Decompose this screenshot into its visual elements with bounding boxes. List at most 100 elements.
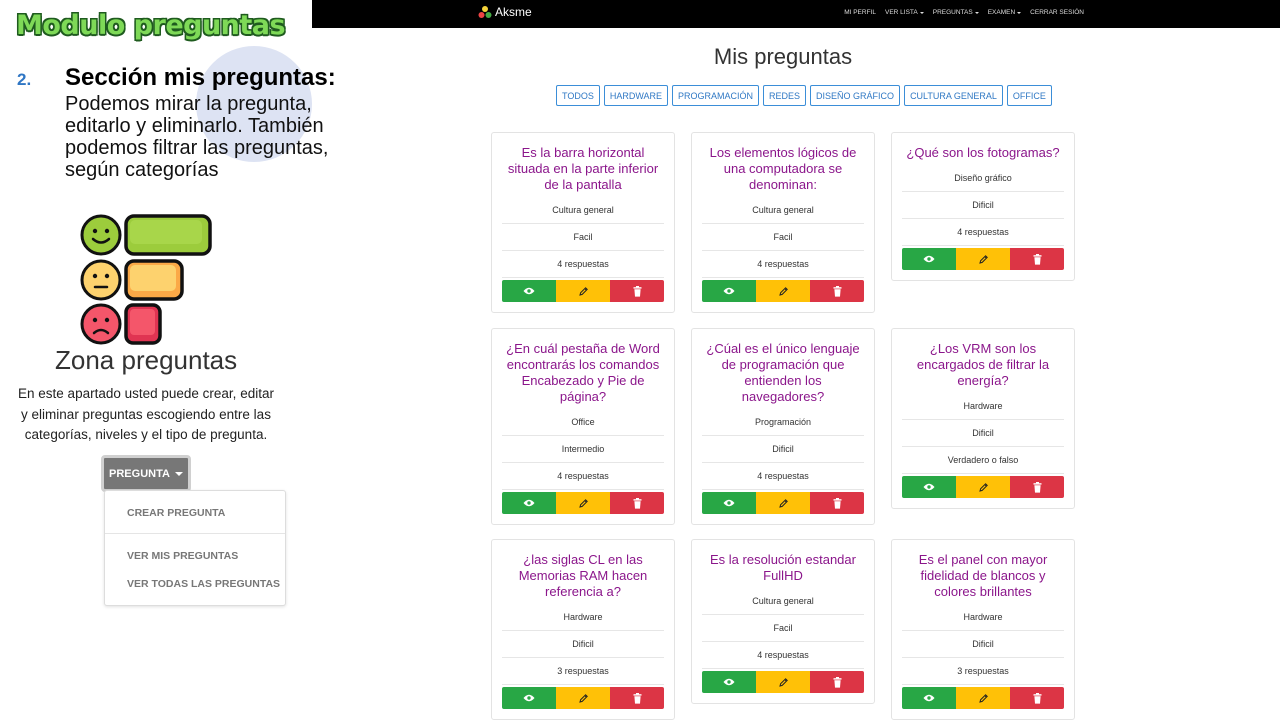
- eye-icon: [723, 287, 735, 295]
- nav-label: CERRAR SESIÓN: [1030, 9, 1084, 16]
- question-text[interactable]: ¿En cuál pestaña de Word encontrarás los…: [502, 329, 664, 409]
- pencil-icon: [578, 498, 588, 508]
- question-text[interactable]: Es la resolución estandar FullHD: [702, 540, 864, 588]
- question-card: ¿Los VRM son los encargados de filtrar l…: [891, 328, 1075, 509]
- filter-office[interactable]: OFFICE: [1006, 85, 1052, 106]
- filter-programacion[interactable]: PROGRAMACIÓN: [672, 85, 760, 106]
- edit-button[interactable]: [756, 492, 810, 514]
- question-answers: 4 respuestas: [902, 219, 1064, 246]
- delete-button[interactable]: [1010, 687, 1064, 709]
- view-button[interactable]: [702, 671, 756, 693]
- menu-item-crear-pregunta[interactable]: CREAR PREGUNTA: [127, 507, 225, 519]
- caret-down-icon: [919, 11, 924, 14]
- question-text[interactable]: Los elementos lógicos de una computadora…: [702, 133, 864, 197]
- trash-icon: [1033, 692, 1041, 704]
- navbar: Aksme MI PERFIL VER LISTA PREGUNTAS EXAM…: [312, 0, 1280, 28]
- pencil-icon: [978, 482, 988, 492]
- delete-button[interactable]: [610, 280, 664, 302]
- filter-hardware[interactable]: HARDWARE: [603, 85, 669, 106]
- section-heading: Sección mis preguntas:: [65, 64, 336, 91]
- pencil-icon: [578, 693, 588, 703]
- filter-redes[interactable]: REDES: [763, 85, 807, 106]
- nav-label: VER LISTA: [884, 9, 918, 16]
- question-category: Hardware: [902, 604, 1064, 631]
- eye-icon: [723, 499, 735, 507]
- pencil-icon: [778, 498, 788, 508]
- slide: Modulo preguntas 2. Sección mis pregunta…: [0, 0, 1280, 720]
- delete-button[interactable]: [610, 492, 664, 514]
- filter-diseno-grafico[interactable]: DISEÑO GRÁFICO: [810, 85, 901, 106]
- nav-item-cerrar-sesion[interactable]: CERRAR SESIÓN: [1030, 9, 1084, 16]
- edit-button[interactable]: [556, 280, 610, 302]
- nav-item-mi-perfil[interactable]: MI PERFIL: [844, 9, 876, 16]
- edit-button[interactable]: [556, 687, 610, 709]
- card-actions: [702, 280, 864, 302]
- question-type: Verdadero o falso: [902, 447, 1064, 474]
- view-button[interactable]: [902, 248, 956, 270]
- question-category: Diseño gráfico: [902, 165, 1064, 192]
- brand[interactable]: Aksme: [478, 5, 532, 19]
- delete-button[interactable]: [810, 280, 864, 302]
- delete-button[interactable]: [1010, 248, 1064, 270]
- question-text[interactable]: ¿Cúal es el único lenguaje de programaci…: [702, 329, 864, 409]
- card-actions: [702, 492, 864, 514]
- edit-button[interactable]: [556, 492, 610, 514]
- eye-icon: [523, 499, 535, 507]
- question-text[interactable]: ¿las siglas CL en las Memorias RAM hacen…: [502, 540, 664, 604]
- filter-cultura-general[interactable]: CULTURA GENERAL: [904, 85, 1003, 106]
- delete-button[interactable]: [810, 492, 864, 514]
- trash-icon: [1033, 481, 1041, 493]
- caret-down-icon: [974, 11, 979, 14]
- view-button[interactable]: [502, 492, 556, 514]
- question-card: ¿las siglas CL en las Memorias RAM hacen…: [491, 539, 675, 720]
- view-button[interactable]: [702, 280, 756, 302]
- view-button[interactable]: [502, 280, 556, 302]
- question-category: Cultura general: [702, 588, 864, 615]
- pregunta-dropdown-menu: CREAR PREGUNTA VER MIS PREGUNTAS VER TOD…: [104, 490, 286, 606]
- menu-item-ver-todas-preguntas[interactable]: VER TODAS LAS PREGUNTAS: [127, 578, 280, 590]
- question-text[interactable]: Es la barra horizontal situada en la par…: [502, 133, 664, 197]
- nav-item-examen[interactable]: EXAMEN: [988, 9, 1022, 16]
- edit-button[interactable]: [956, 476, 1010, 498]
- trash-icon: [633, 497, 641, 509]
- question-text[interactable]: Es el panel con mayor fidelidad de blanc…: [902, 540, 1064, 604]
- edit-button[interactable]: [956, 687, 1010, 709]
- happy-face-icon: [80, 214, 122, 256]
- filter-todos[interactable]: TODOS: [556, 85, 600, 106]
- question-category: Cultura general: [702, 197, 864, 224]
- view-button[interactable]: [902, 687, 956, 709]
- eye-icon: [923, 483, 935, 491]
- eye-icon: [923, 694, 935, 702]
- edit-button[interactable]: [756, 671, 810, 693]
- edit-button[interactable]: [756, 280, 810, 302]
- card-actions: [902, 248, 1064, 270]
- nav-item-ver-lista[interactable]: VER LISTA: [885, 9, 924, 16]
- pregunta-dropdown-button[interactable]: PREGUNTA: [101, 455, 191, 492]
- caret-down-icon: [174, 471, 183, 476]
- question-text[interactable]: ¿Qué son los fotogramas?: [902, 133, 1064, 165]
- delete-button[interactable]: [610, 687, 664, 709]
- menu-divider: [105, 533, 285, 534]
- question-text[interactable]: ¿Los VRM son los encargados de filtrar l…: [902, 329, 1064, 393]
- view-button[interactable]: [702, 492, 756, 514]
- delete-button[interactable]: [810, 671, 864, 693]
- question-level: Facil: [702, 615, 864, 642]
- nav-item-preguntas[interactable]: PREGUNTAS: [933, 9, 979, 16]
- edit-button[interactable]: [956, 248, 1010, 270]
- nav-menu: MI PERFIL VER LISTA PREGUNTAS EXAMEN CER…: [844, 9, 1084, 16]
- card-actions: [702, 671, 864, 693]
- brand-name: Aksme: [495, 5, 532, 19]
- question-category: Cultura general: [502, 197, 664, 224]
- eye-icon: [923, 255, 935, 263]
- question-answers: 4 respuestas: [502, 463, 664, 490]
- view-button[interactable]: [502, 687, 556, 709]
- question-card: Es la resolución estandar FullHD Cultura…: [691, 539, 875, 704]
- delete-button[interactable]: [1010, 476, 1064, 498]
- menu-item-ver-mis-preguntas[interactable]: VER MIS PREGUNTAS: [127, 550, 238, 562]
- question-card: Es el panel con mayor fidelidad de blanc…: [891, 539, 1075, 720]
- view-button[interactable]: [902, 476, 956, 498]
- question-level: Facil: [702, 224, 864, 251]
- pencil-icon: [978, 254, 988, 264]
- question-level: Facil: [502, 224, 664, 251]
- eye-icon: [523, 287, 535, 295]
